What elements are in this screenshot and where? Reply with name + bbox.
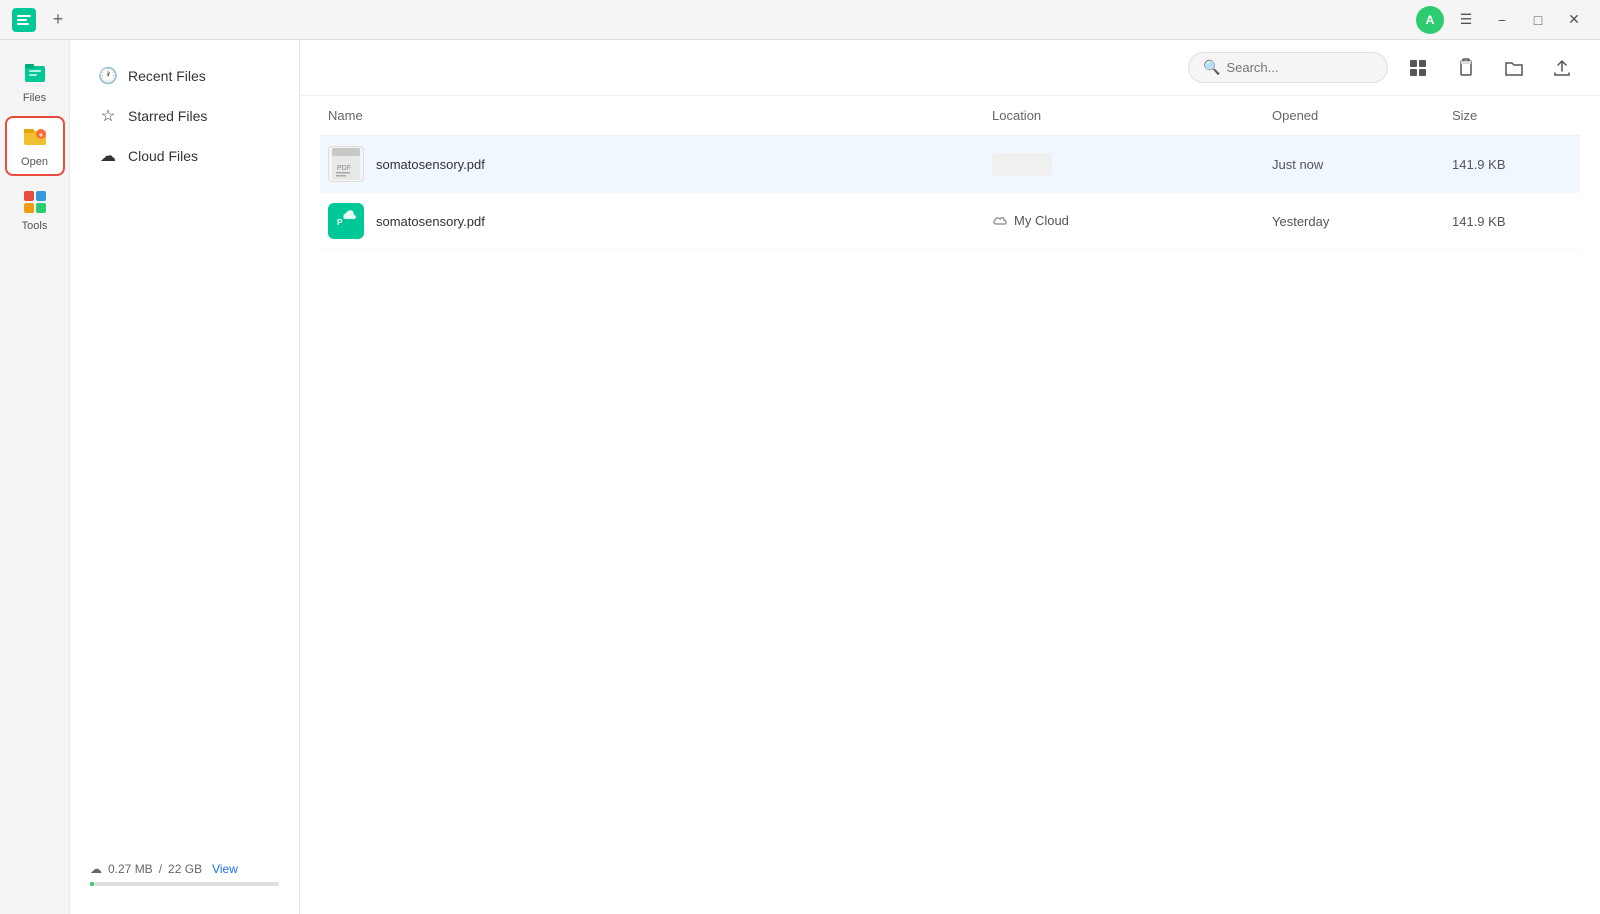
tools-icon [21,188,49,216]
search-icon: 🔍 [1203,59,1220,76]
file-icon-local: PDF [328,146,364,182]
nav-item-cloud[interactable]: ☁ Cloud Files [78,136,291,176]
col-size: Size [1452,108,1572,123]
clock-icon: 🕐 [98,66,118,86]
file-name-1: somatosensory.pdf [376,157,485,172]
search-box[interactable]: 🔍 [1188,52,1388,83]
new-tab-button[interactable]: + [46,8,70,32]
titlebar-left: + [12,8,70,32]
location-cell-1 [992,153,1272,176]
file-list-header: Name Location Opened Size [320,96,1580,136]
upload-button[interactable] [1544,50,1580,86]
close-button[interactable]: ✕ [1560,6,1588,34]
icon-sidebar: Files + Open Tools [0,40,70,914]
upload-icon [1552,58,1572,78]
col-opened: Opened [1272,108,1452,123]
col-location: Location [992,108,1272,123]
maximize-button[interactable]: □ [1524,6,1552,34]
sidebar-item-files[interactable]: Files [5,52,65,112]
location-badge [992,153,1052,176]
storage-separator: / [159,862,162,876]
svg-text:PDF: PDF [337,165,351,172]
folder-button[interactable] [1496,50,1532,86]
clipboard-button[interactable] [1448,50,1484,86]
file-name-cell: PDF somatosensory.pdf [328,146,992,182]
menu-button[interactable]: ☰ [1452,6,1480,34]
sidebar-item-open-label: Open [21,156,48,168]
storage-text: ☁ 0.27 MB / 22 GB View [90,862,279,876]
file-name-cell: P somatosensory.pdf [328,203,992,239]
nav-sidebar: 🕐 Recent Files ☆ Starred Files ☁ Cloud F… [70,40,300,914]
star-icon: ☆ [98,106,118,126]
nav-item-starred-label: Starred Files [128,108,207,124]
opened-cell-1: Just now [1272,157,1452,172]
location-cloud: My Cloud [992,213,1069,228]
opened-cell-2: Yesterday [1272,214,1452,229]
storage-view-link[interactable]: View [212,862,238,876]
minimize-button[interactable]: − [1488,6,1516,34]
files-icon [21,60,49,88]
search-input[interactable] [1226,60,1373,75]
storage-bar [90,882,279,886]
storage-cloud-icon: ☁ [90,862,102,876]
file-list: Name Location Opened Size PDF [300,96,1600,914]
grid-view-button[interactable] [1400,50,1436,86]
toolbar: 🔍 [300,40,1600,96]
size-cell-1: 141.9 KB [1452,157,1572,172]
nav-item-cloud-label: Cloud Files [128,148,198,164]
clipboard-icon [1456,58,1476,78]
svg-text:+: + [38,131,43,140]
storage-total: 22 GB [168,862,202,876]
location-name-2: My Cloud [1014,213,1069,228]
pdf-cloud-icon: P [332,205,360,237]
sidebar-item-open[interactable]: + Open [5,116,65,176]
open-icon: + [21,124,49,152]
pdf-local-icon: PDF [332,148,360,180]
titlebar-right: A ☰ − □ ✕ [1416,6,1588,34]
sidebar-item-tools[interactable]: Tools [5,180,65,240]
sidebar-item-files-label: Files [23,92,46,104]
grid-view-icon [1408,58,1428,78]
table-row[interactable]: PDF somatosensory.pdf Just now 141.9 KB [320,136,1580,193]
nav-item-starred[interactable]: ☆ Starred Files [78,96,291,136]
sidebar-item-tools-label: Tools [22,220,48,232]
col-name: Name [328,108,992,123]
app-logo [12,8,36,32]
storage-area: ☁ 0.27 MB / 22 GB View [70,850,299,898]
avatar: A [1416,6,1444,34]
file-name-2: somatosensory.pdf [376,214,485,229]
svg-text:P: P [337,218,343,227]
cloud-location-icon [992,214,1008,226]
cloud-icon: ☁ [98,146,118,166]
storage-used: 0.27 MB [108,862,153,876]
nav-item-recent[interactable]: 🕐 Recent Files [78,56,291,96]
table-row[interactable]: P somatosensory.pdf My Cloud Yesterday [320,193,1580,250]
size-cell-2: 141.9 KB [1452,214,1572,229]
folder-icon [1504,58,1524,78]
app-body: Files + Open Tools 🕐 Recent Files [0,40,1600,914]
storage-fill [90,882,94,886]
titlebar: + A ☰ − □ ✕ [0,0,1600,40]
main-content: 🔍 [300,40,1600,914]
nav-item-recent-label: Recent Files [128,68,206,84]
location-cell-2: My Cloud [992,213,1272,230]
file-icon-cloud: P [328,203,364,239]
